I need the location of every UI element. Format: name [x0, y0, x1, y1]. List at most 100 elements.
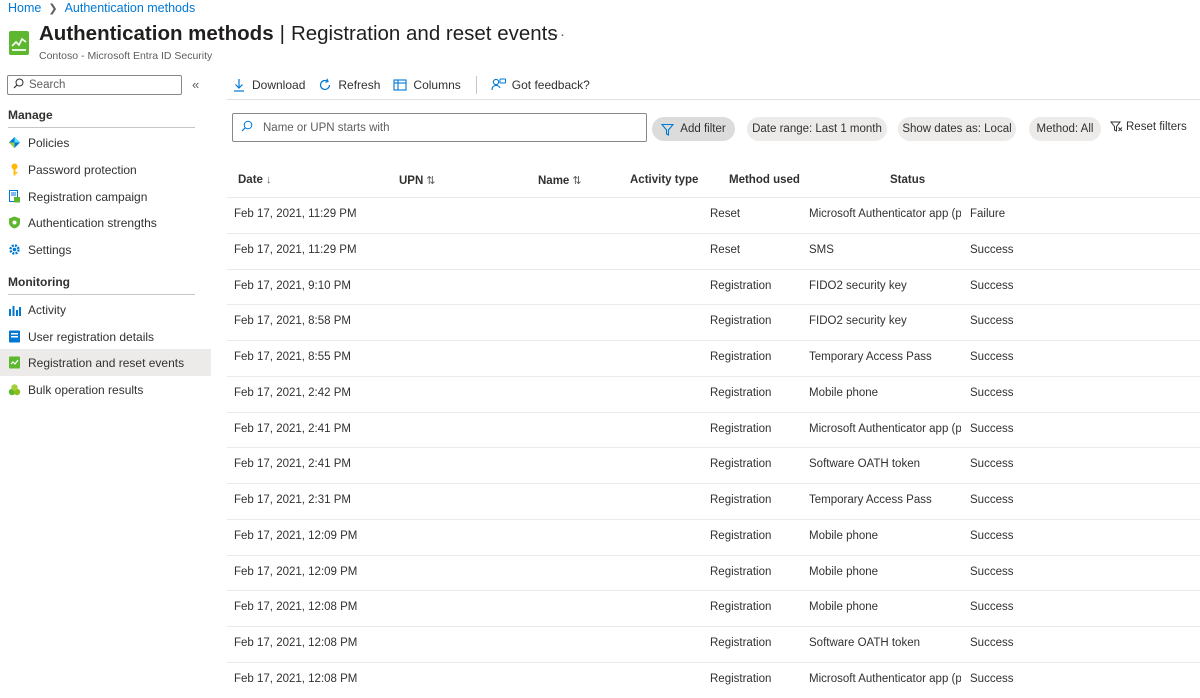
add-filter-button[interactable]: Add filter [652, 117, 735, 141]
column-header-upn[interactable]: UPN⇅ [399, 174, 436, 187]
columns-icon [393, 78, 407, 92]
table-row[interactable]: Feb 17, 2021, 9:10 PMRegistrationFIDO2 s… [227, 269, 1200, 305]
column-header-name[interactable]: Name⇅ [538, 174, 582, 187]
table-row[interactable]: Feb 17, 2021, 12:09 PMRegistrationMobile… [227, 519, 1200, 555]
filter-icon [661, 123, 674, 136]
status-cell: Success [970, 377, 1050, 412]
table-row[interactable]: Feb 17, 2021, 12:08 PMRegistrationMobile… [227, 590, 1200, 626]
divider [227, 99, 1200, 100]
table-row[interactable]: Feb 17, 2021, 12:09 PMRegistrationMobile… [227, 555, 1200, 591]
table-row[interactable]: Feb 17, 2021, 11:29 PMResetSMSSuccess [227, 233, 1200, 269]
sort-icon: ⇅ [426, 175, 435, 187]
table-row[interactable]: Feb 17, 2021, 12:08 PMRegistrationSoftwa… [227, 626, 1200, 662]
table-row[interactable]: Feb 17, 2021, 2:41 PM Registration Microso… [227, 412, 1200, 448]
refresh-icon [318, 78, 332, 92]
table-row[interactable]: Feb 17, 2021, 8:58 PMRegistrationFIDO2 s… [227, 304, 1200, 340]
method-used-cell: FIDO2 security key [809, 305, 961, 340]
name-upn-search-input[interactable] [263, 122, 633, 134]
search-icon [13, 78, 24, 92]
table-row[interactable]: Feb 17, 2021, 11:29 PMResetMicrosoft Aut… [227, 197, 1200, 233]
search-icon [241, 120, 253, 135]
sidebar-item-bulk-operation-results[interactable]: Bulk operation results [0, 376, 211, 403]
activity-type-cell: Registration [710, 270, 800, 305]
date-cell: Feb 17, 2021, 12:08 PM [234, 663, 394, 698]
status-cell: Success [970, 484, 1050, 519]
gear-icon [8, 243, 21, 256]
table-row[interactable]: Feb 17, 2021, 2:31 PMRegistrationTempora… [227, 483, 1200, 519]
column-header-date[interactable]: Date↓ [238, 174, 271, 186]
status-cell: Success [970, 413, 1050, 448]
sidebar-item-activity[interactable]: Activity [0, 296, 211, 323]
column-header-status: Status [890, 174, 925, 186]
sidebar-item-registration-campaign[interactable]: Registration campaign [0, 183, 211, 210]
status-cell: Success [970, 448, 1050, 483]
activity-type-cell: Registration [710, 377, 800, 412]
column-header-method-used: Method used [729, 174, 800, 186]
reset-filters-button[interactable]: Reset filters [1110, 121, 1187, 133]
key-icon [8, 163, 21, 176]
date-cell: Feb 17, 2021, 11:29 PM [234, 234, 394, 269]
table-row[interactable]: Feb 17, 2021, 2:42 PMRegistrationMobile … [227, 376, 1200, 412]
add-filter-label: Add filter [680, 123, 725, 135]
divider [8, 294, 195, 295]
method-filter[interactable]: Method: All [1029, 117, 1101, 141]
table-row[interactable]: Feb 17, 2021, 2:41 PMRegistrationSoftwar… [227, 447, 1200, 483]
activity-type-cell: Registration [710, 413, 800, 448]
sidebar-item-user-registration-details[interactable]: User registration details [0, 323, 211, 350]
download-button[interactable]: Download [232, 78, 305, 92]
date-cell: Feb 17, 2021, 2:41 PM [234, 413, 394, 448]
table-row[interactable]: Feb 17, 2021, 8:55 PMRegistrationTempora… [227, 340, 1200, 376]
method-used-cell: Temporary Access Pass [809, 341, 961, 376]
sidebar-item-authentication-strengths[interactable]: Authentication strengths [0, 209, 211, 236]
sidebar-item-label: Activity [28, 303, 66, 317]
events-icon [9, 31, 29, 55]
feedback-button[interactable]: Got feedback? [491, 78, 590, 92]
sidebar-item-label: Policies [28, 136, 69, 150]
divider [8, 127, 195, 128]
collapse-sidebar-button[interactable]: « [192, 77, 199, 92]
sidebar-item-policies[interactable]: Policies [0, 129, 211, 156]
show-dates-filter[interactable]: Show dates as: Local [898, 117, 1016, 141]
method-used-cell: Microsoft Authenticator app (pu [809, 198, 961, 233]
sidebar-search-input[interactable] [29, 79, 169, 91]
refresh-button[interactable]: Refresh [318, 78, 380, 92]
title-separator: | [280, 22, 285, 45]
breadcrumb-authentication-methods-link[interactable]: Authentication methods [65, 1, 196, 15]
sidebar-item-registration-and-reset-events[interactable]: Registration and reset events [0, 349, 211, 376]
activity-type-cell: Registration [710, 448, 800, 483]
sidebar-item-label: Password protection [28, 163, 137, 177]
breadcrumb-home-link[interactable]: Home [8, 1, 41, 15]
sidebar-item-settings[interactable]: Settings [0, 236, 211, 263]
reset-filters-label: Reset filters [1126, 121, 1187, 133]
clear-filter-icon [1110, 121, 1123, 133]
sidebar-item-label: Authentication strengths [28, 216, 157, 230]
sidebar-item-password-protection[interactable]: Password protection [0, 156, 211, 183]
user-details-icon [8, 330, 21, 343]
date-range-filter[interactable]: Date range: Last 1 month [747, 117, 887, 141]
columns-button[interactable]: Columns [393, 78, 460, 92]
status-cell: Success [970, 305, 1050, 340]
sort-icon: ⇅ [572, 175, 581, 187]
method-used-cell: Microsoft Authenticator app (pu [809, 413, 961, 448]
page-subtitle: Contoso - Microsoft Entra ID Security [39, 50, 212, 62]
date-cell: Feb 17, 2021, 12:09 PM [234, 556, 394, 591]
chevron-right-icon: ❯ [48, 2, 57, 15]
method-used-cell: Temporary Access Pass [809, 484, 961, 519]
status-cell: Success [970, 341, 1050, 376]
events-icon [8, 356, 21, 369]
name-upn-search[interactable] [232, 113, 647, 142]
date-cell: Feb 17, 2021, 2:31 PM [234, 484, 394, 519]
bar-chart-icon [8, 303, 21, 316]
sidebar-search[interactable] [7, 75, 182, 95]
shield-icon [8, 216, 21, 229]
toolbar-divider [476, 76, 477, 94]
date-cell: Feb 17, 2021, 8:55 PM [234, 341, 394, 376]
refresh-label: Refresh [338, 78, 380, 92]
download-label: Download [252, 78, 305, 92]
table-row[interactable]: Feb 17, 2021, 12:08 PMRegistrationMicros… [227, 662, 1200, 698]
monitoring-section-header: Monitoring [8, 275, 70, 289]
more-options-button[interactable]: ··· [548, 26, 566, 43]
date-cell: Feb 17, 2021, 8:58 PM [234, 305, 394, 340]
breadcrumb: Home ❯ Authentication methods [8, 0, 195, 16]
status-cell: Success [970, 663, 1050, 698]
